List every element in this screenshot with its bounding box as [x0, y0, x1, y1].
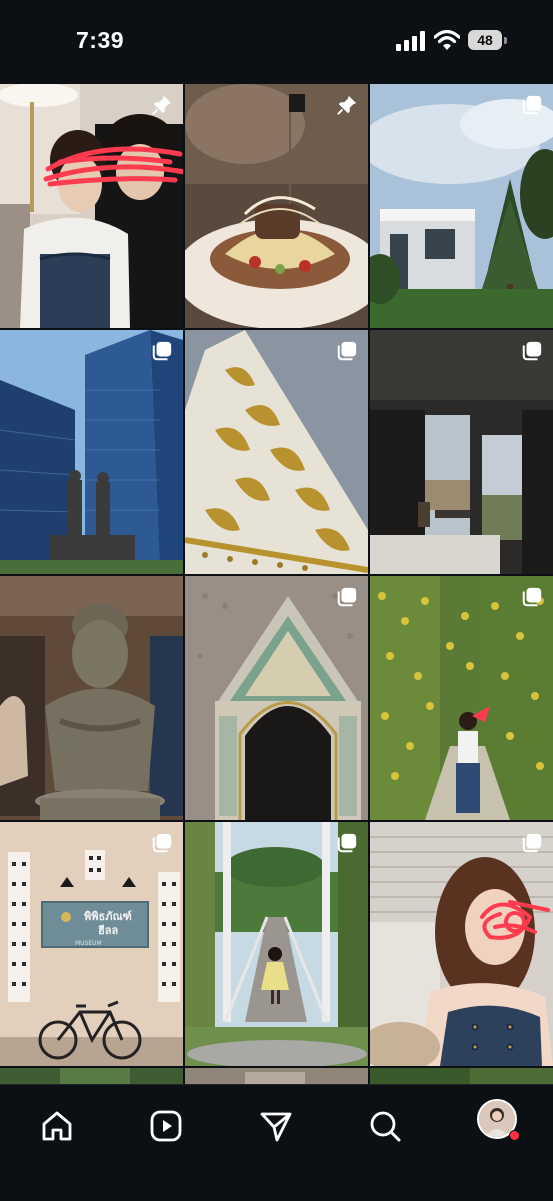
search-icon	[370, 1111, 401, 1142]
nav-messages-button[interactable]	[253, 1103, 299, 1149]
battery-icon: 48	[468, 30, 508, 52]
carousel-icon	[152, 833, 172, 853]
post-image-hotel-room	[370, 330, 553, 574]
pin-icon	[152, 95, 172, 115]
post-image-flower-wall	[370, 576, 553, 820]
messages-icon	[260, 1112, 292, 1142]
post-tile-7[interactable]	[0, 576, 183, 820]
post-image-partial-greenery	[0, 1068, 183, 1084]
nav-profile-button[interactable]	[477, 1099, 520, 1141]
post-tile-9[interactable]	[370, 576, 553, 820]
carousel-icon	[522, 95, 542, 115]
post-tile-6[interactable]	[370, 330, 553, 574]
museum-sign-line3: MUSEUM	[75, 940, 102, 947]
post-tile-12[interactable]	[370, 822, 553, 1066]
post-image-woman-denim	[370, 822, 553, 1066]
post-tile-2[interactable]	[185, 84, 368, 328]
post-image-buddha-bust	[0, 576, 183, 820]
post-tile-10[interactable]: พิพิธภัณฑ์ ฮีลล MUSEUM	[0, 822, 183, 1066]
notification-dot	[509, 1130, 520, 1141]
post-image-partial-wall	[185, 1068, 368, 1084]
carousel-icon	[337, 341, 357, 361]
battery-level: 48	[468, 30, 502, 50]
post-tile-5[interactable]	[185, 330, 368, 574]
signal-icon	[396, 31, 425, 51]
post-image-modern-house	[370, 84, 553, 328]
post-image-glass-skyscraper	[0, 330, 183, 574]
post-image-museum-wall: พิพิธภัณฑ์ ฮีลล MUSEUM	[0, 822, 183, 1066]
status-bar: 7:39 48	[0, 0, 553, 84]
post-image-plated-dish	[185, 84, 368, 328]
carousel-icon	[522, 833, 542, 853]
post-tile-4[interactable]	[0, 330, 183, 574]
home-icon	[42, 1111, 72, 1141]
carousel-icon	[152, 341, 172, 361]
status-time: 7:39	[76, 27, 125, 53]
post-image-stupa-detail	[185, 330, 368, 574]
post-image-couple-selfie	[0, 84, 183, 328]
post-tile-8[interactable]	[185, 576, 368, 820]
pin-icon	[337, 95, 357, 115]
nav-search-button[interactable]	[362, 1103, 408, 1149]
post-tile-1[interactable]	[0, 84, 183, 328]
carousel-icon	[337, 833, 357, 853]
nav-home-button[interactable]	[34, 1103, 80, 1149]
post-image-partial-foliage	[370, 1068, 553, 1084]
post-image-temple-gate	[185, 576, 368, 820]
nav-reels-button[interactable]	[143, 1103, 189, 1149]
post-tile-11[interactable]	[185, 822, 368, 1066]
profile-posts-grid[interactable]: พิพิธภัณฑ์ ฮีลล MUSEUM	[0, 84, 553, 1084]
reels-icon	[150, 1110, 182, 1142]
post-tile-13[interactable]	[0, 1068, 183, 1084]
wifi-icon	[434, 29, 460, 50]
museum-sign-line1: พิพิธภัณฑ์	[84, 910, 132, 923]
post-tile-3[interactable]	[370, 84, 553, 328]
carousel-icon	[522, 341, 542, 361]
bottom-navigation	[0, 1084, 553, 1201]
carousel-icon	[337, 587, 357, 607]
museum-sign-line2: ฮีลล	[98, 924, 119, 937]
post-image-suspension-bridge	[185, 822, 368, 1066]
post-tile-14[interactable]	[185, 1068, 368, 1084]
post-tile-15[interactable]	[370, 1068, 553, 1084]
carousel-icon	[522, 587, 542, 607]
